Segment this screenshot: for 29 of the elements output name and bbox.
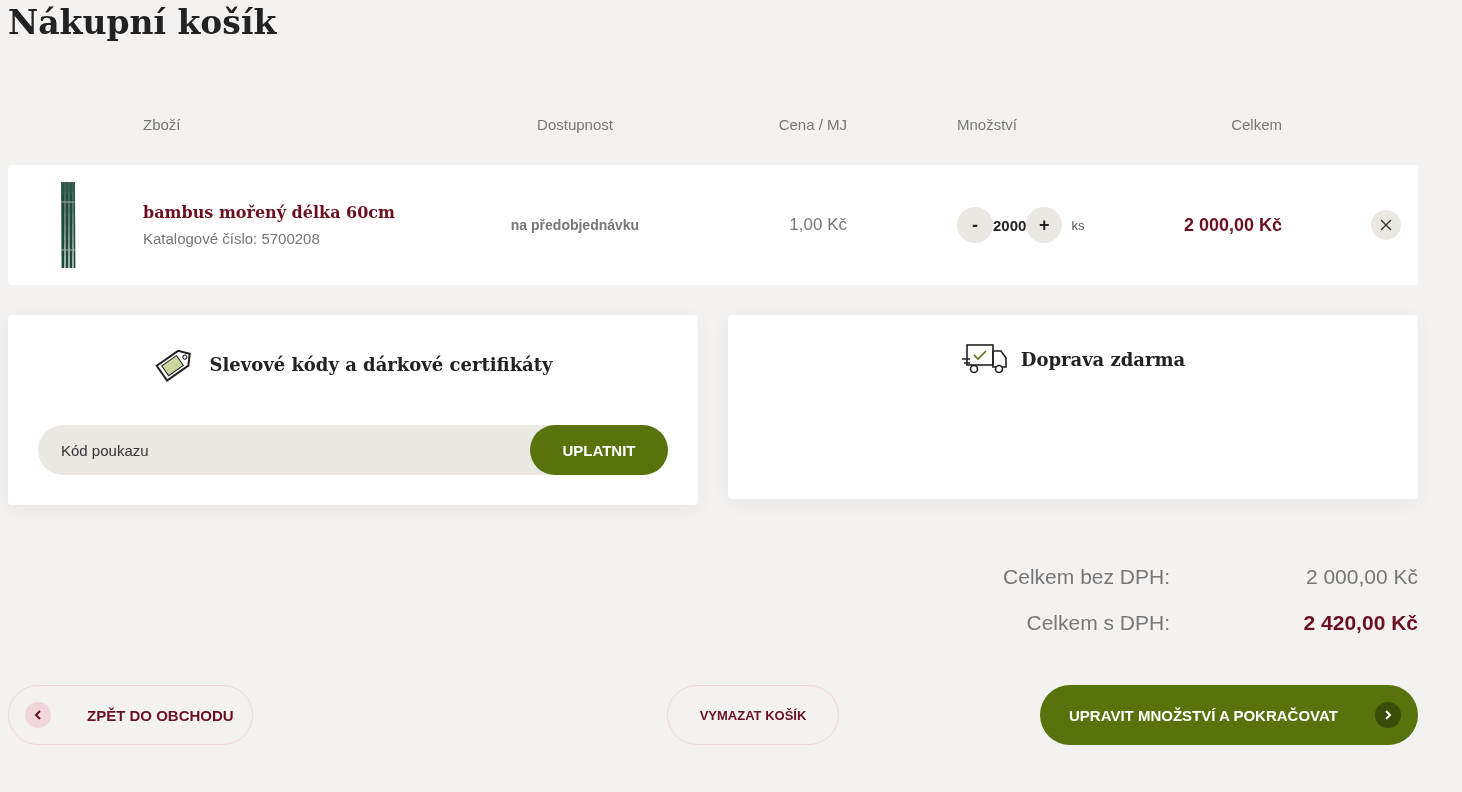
column-header: Množství (956, 115, 1018, 133)
total-label: Celkem s DPH: (1025, 611, 1170, 635)
page-title: Nákupní košík (8, 2, 278, 44)
item-total: 2 000,00 Kč (1182, 214, 1282, 236)
remove-button[interactable] (1371, 210, 1401, 240)
decrease-button[interactable]: - (957, 207, 993, 243)
catalog-number: Katalogové číslo: 5700208 (143, 230, 321, 247)
voucher-code-field[interactable]: Kód poukazu UPLATNIT (38, 425, 668, 475)
chevron-left-icon (25, 702, 51, 728)
total-value: 2 420,00 Kč (1302, 611, 1418, 635)
quantity-value[interactable]: 2000 (993, 216, 1027, 234)
availability: na předobjednávku (509, 217, 641, 233)
column-header: Celkem (1230, 115, 1282, 133)
unit-price: 1,00 Kč (788, 215, 847, 235)
voucher-title: Slevové kódy a dárkové certifikáty (209, 353, 553, 375)
total-value: 2 000,00 Kč (1304, 565, 1418, 589)
column-header: Dostupnost (536, 115, 614, 133)
column-header: Zboží (142, 115, 182, 133)
product-name[interactable]: bambus mořený délka 60cm (143, 203, 470, 222)
continue-button[interactable]: UPRAVIT MNOŽSTVÍ A POKRAČOVAT (1040, 685, 1418, 745)
chevron-right-icon (1375, 702, 1401, 728)
increase-button[interactable]: + (1026, 207, 1063, 243)
total-label: Celkem bez DPH: (1002, 565, 1170, 589)
unit-label: ks (1071, 217, 1085, 233)
apply-button[interactable]: UPLATNIT (530, 425, 668, 475)
shipping-title: Doprava zdarma (1020, 348, 1186, 370)
close-icon (1380, 219, 1392, 231)
truck-icon (960, 343, 1009, 375)
column-header: Cena / MJ (777, 115, 847, 133)
